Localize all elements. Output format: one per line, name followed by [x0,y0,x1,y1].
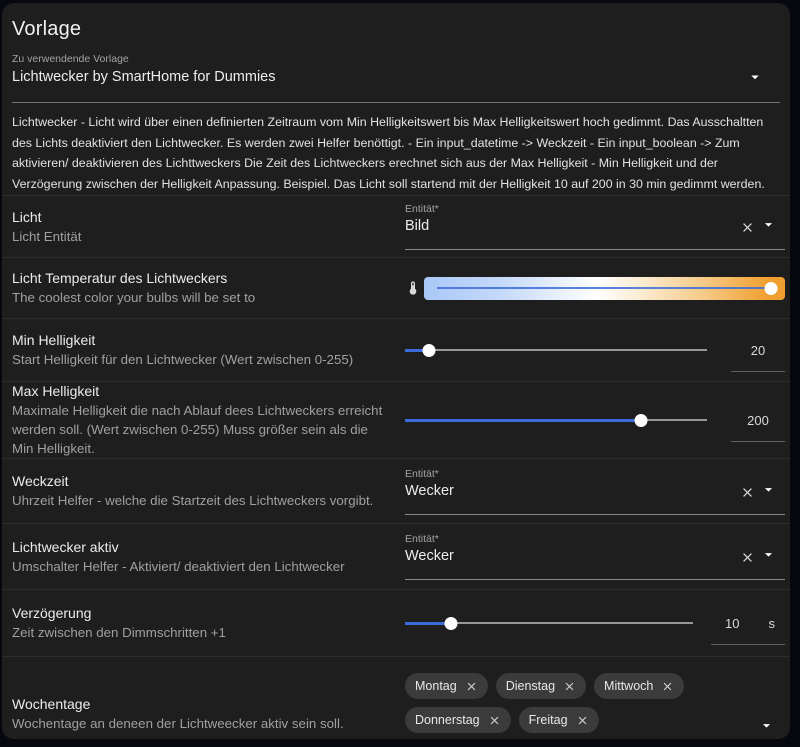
form-row-verzoegerung: Verzögerung Zeit zwischen den Dimmschrit… [2,589,790,656]
form-row-max-helligkeit: Max Helligkeit Maximale Helligkeit die n… [2,381,790,458]
slider-thumb[interactable] [445,617,458,630]
row-temperatur-subtitle: The coolest color your bulbs will be set… [12,288,391,307]
template-select-value: Lichtwecker by SmartHome for Dummies [12,68,780,87]
form-row-wochentage: Wochentage Wochentage an deneen der Lich… [2,656,790,739]
chevron-down-icon[interactable] [760,546,777,563]
weekday-multiselect[interactable]: Montag Dienstag Mittwoch Donnerstag Freitag [405,657,785,739]
form-row-weckzeit: Weckzeit Uhrzeit Helfer - welche die Sta… [2,458,790,523]
entity-picker-value: Wecker [405,482,785,501]
row-temperatur-title: Licht Temperatur des Lichtweckers [12,269,391,288]
weekday-chip-list: Montag Dienstag Mittwoch Donnerstag Freitag [405,657,785,733]
weekday-chip-label: Donnerstag [415,713,480,727]
entity-picker-label: Entität* [405,468,785,481]
entity-picker-weckzeit[interactable]: Entität* Wecker [405,468,785,515]
row-aktiv-subtitle: Umschalter Helfer - Aktiviert/ deaktivie… [12,557,391,576]
verzoegerung-unit: s [769,616,776,631]
max-helligkeit-slider[interactable] [405,413,707,427]
slider-fill [405,419,641,422]
row-verzoegerung-text: Verzögerung Zeit zwischen den Dimmschrit… [2,604,405,642]
chip-remove-icon[interactable] [488,714,501,727]
template-select[interactable]: Zu verwendende Vorlage Lichtwecker by Sm… [12,53,780,103]
clear-icon[interactable] [740,485,755,500]
row-weckzeit-subtitle: Uhrzeit Helfer - welche die Startzeit de… [12,491,391,510]
color-temp-thumb[interactable] [764,282,777,295]
clear-icon[interactable] [740,550,755,565]
row-min-title: Min Helligkeit [12,331,391,350]
row-aktiv-title: Lichtwecker aktiv [12,538,391,557]
row-max-subtitle: Maximale Helligkeit die nach Ablauf dees… [12,401,391,458]
row-max-title: Max Helligkeit [12,382,391,401]
blueprint-description: Lichtwecker - Licht wird über einen defi… [12,112,780,195]
entity-picker-label: Entität* [405,203,785,216]
row-licht-text: Licht Licht Entität [2,208,405,246]
row-wochentage-subtitle: Wochentage an deneen der Lichtweecker ak… [12,714,391,733]
form-row-min-helligkeit: Min Helligkeit Start Helligkeit für den … [2,318,790,381]
weekday-chip[interactable]: Donnerstag [405,707,511,733]
min-helligkeit-value[interactable]: 20 [731,343,785,372]
entity-picker-value: Wecker [405,547,785,566]
chevron-down-icon[interactable] [746,68,764,86]
verzoegerung-slider[interactable] [405,616,693,630]
form-row-licht: Licht Licht Entität Entität* Bild [2,195,790,257]
row-verzoegerung-title: Verzögerung [12,604,391,623]
row-verzoegerung-subtitle: Zeit zwischen den Dimmschritten +1 [12,623,391,642]
color-temp-slider[interactable] [424,277,785,300]
template-select-label: Zu verwendende Vorlage [12,53,780,66]
weekday-chip[interactable]: Mittwoch [594,673,684,699]
slider-thumb[interactable] [423,344,436,357]
row-weckzeit-title: Weckzeit [12,472,391,491]
weekday-chip-label: Dienstag [506,679,555,693]
blueprint-config-card: Vorlage Zu verwendende Vorlage Lichtweck… [2,3,790,739]
entity-picker-value: Bild [405,217,785,236]
row-licht-subtitle: Licht Entität [12,227,391,246]
chip-remove-icon[interactable] [465,680,478,693]
form-row-aktiv: Lichtwecker aktiv Umschalter Helfer - Ak… [2,523,790,589]
slider-track [405,349,707,351]
weekday-chip[interactable]: Freitag [519,707,599,733]
row-aktiv-text: Lichtwecker aktiv Umschalter Helfer - Ak… [2,538,405,576]
row-temperatur-text: Licht Temperatur des Lichtweckers The co… [2,269,405,307]
min-helligkeit-slider[interactable] [405,343,707,357]
weekday-chip[interactable]: Montag [405,673,488,699]
form-row-temperatur: Licht Temperatur des Lichtweckers The co… [2,257,790,318]
color-temp-track [437,287,773,289]
chevron-down-icon[interactable] [758,717,775,734]
row-weckzeit-text: Weckzeit Uhrzeit Helfer - welche die Sta… [2,472,405,510]
row-licht-title: Licht [12,208,391,227]
chip-remove-icon[interactable] [576,714,589,727]
chip-remove-icon[interactable] [563,680,576,693]
weekday-chip-label: Montag [415,679,457,693]
weekday-chip-label: Mittwoch [604,679,653,693]
chip-remove-icon[interactable] [661,680,674,693]
row-min-text: Min Helligkeit Start Helligkeit für den … [2,331,405,369]
max-helligkeit-value[interactable]: 200 [731,413,785,442]
entity-picker-licht[interactable]: Entität* Bild [405,203,785,250]
slider-thumb[interactable] [634,414,647,427]
row-max-text: Max Helligkeit Maximale Helligkeit die n… [2,382,405,458]
verzoegerung-field[interactable]: 10 s [711,616,785,645]
entity-picker-aktiv[interactable]: Entität* Wecker [405,533,785,580]
page-title: Vorlage [2,3,790,43]
chevron-down-icon[interactable] [760,481,777,498]
row-wochentage-title: Wochentage [12,695,391,714]
row-min-subtitle: Start Helligkeit für den Lichtwecker (We… [12,350,391,369]
weekday-chip[interactable]: Dienstag [496,673,586,699]
chevron-down-icon[interactable] [760,216,777,233]
entity-picker-label: Entität* [405,533,785,546]
verzoegerung-value: 10 [725,616,739,631]
clear-icon[interactable] [740,220,755,235]
row-wochentage-text: Wochentage Wochentage an deneen der Lich… [2,657,405,733]
weekday-chip-label: Freitag [529,713,568,727]
thermometer-icon [405,280,421,296]
